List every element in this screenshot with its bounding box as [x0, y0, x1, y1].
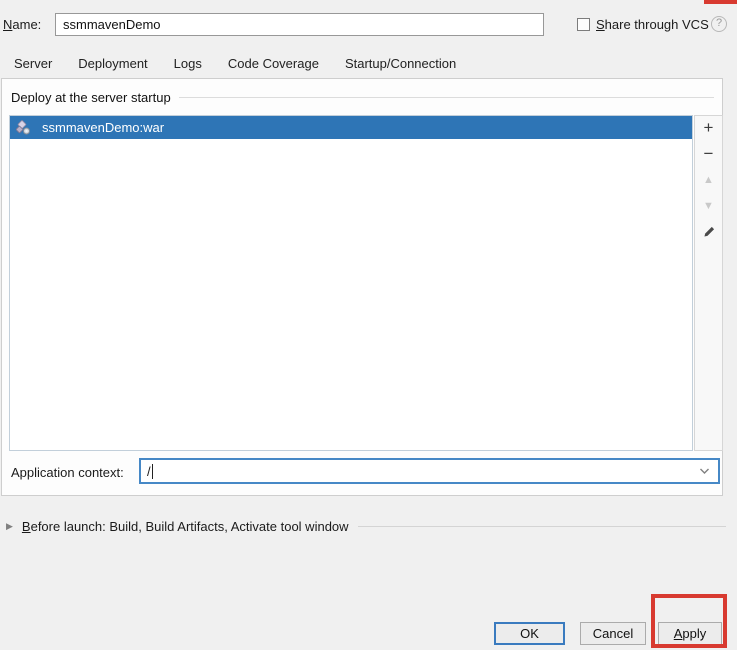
list-toolbar: + − ▲ ▼ [694, 115, 723, 451]
top-right-partial-annotation [704, 0, 737, 4]
application-context-value: / [147, 464, 151, 479]
before-launch-label[interactable]: Before launch: Build, Build Artifacts, A… [22, 519, 349, 534]
deploy-group-header: Deploy at the server startup [11, 90, 714, 105]
chevron-down-icon[interactable] [699, 467, 710, 475]
share-vcs-checkbox[interactable] [577, 18, 590, 31]
edit-pencil-icon [702, 225, 716, 239]
before-launch-rule [358, 526, 726, 527]
deploy-group-title: Deploy at the server startup [11, 90, 171, 105]
artifact-name: ssmmavenDemo:war [42, 120, 164, 135]
text-caret [152, 464, 153, 479]
application-context-combobox[interactable]: / [139, 458, 720, 484]
move-up-button[interactable]: ▲ [698, 171, 720, 189]
remove-button[interactable]: − [698, 145, 720, 163]
group-header-rule [179, 97, 714, 98]
ok-button[interactable]: OK [494, 622, 565, 645]
name-input[interactable] [55, 13, 544, 36]
add-button[interactable]: + [698, 119, 720, 137]
application-context-label: Application context: [11, 465, 124, 480]
artifact-list[interactable]: ssmmavenDemo:war [9, 115, 693, 451]
before-launch-section: ▶ Before launch: Build, Build Artifacts,… [6, 519, 732, 534]
cancel-button[interactable]: Cancel [580, 622, 646, 645]
share-vcs-label[interactable]: Share through VCS [596, 17, 709, 32]
list-item-artifact[interactable]: ssmmavenDemo:war [10, 116, 692, 139]
expander-arrow-icon[interactable]: ▶ [6, 521, 13, 532]
name-label: Name: [3, 17, 41, 32]
move-down-button[interactable]: ▼ [698, 197, 720, 215]
help-icon[interactable]: ? [711, 16, 727, 32]
deployment-panel: Deploy at the server startup ssmmavenDem… [1, 78, 723, 496]
edit-button[interactable] [698, 223, 720, 241]
apply-button[interactable]: Apply [658, 622, 722, 645]
artifact-icon [16, 120, 32, 136]
